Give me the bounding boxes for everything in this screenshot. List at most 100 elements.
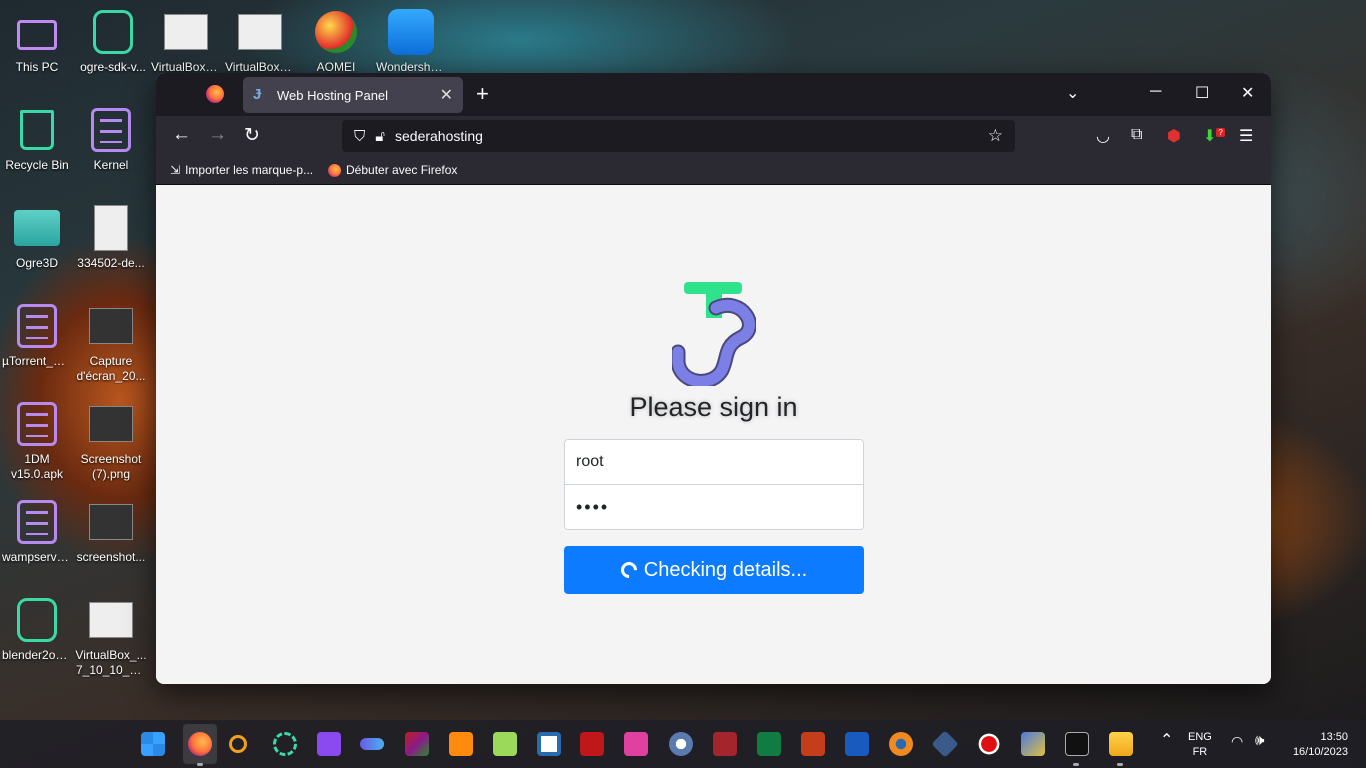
desktop-icon-this-pc[interactable]: This PC — [0, 8, 74, 75]
firefox-icon — [328, 163, 341, 177]
desktop-icon-ogre-sdk[interactable]: ogre-sdk-v... — [76, 8, 150, 75]
ublock-extension-icon[interactable]: ⬢ — [1167, 126, 1181, 146]
language-indicator[interactable]: ENG FR — [1188, 730, 1212, 760]
show-hidden-icons-chevron-icon[interactable]: ⌃ — [1160, 733, 1173, 749]
folder-icon — [13, 204, 61, 252]
sign-in-button-label: Checking details... — [643, 558, 808, 581]
screen-recorder-icon[interactable] — [977, 732, 1001, 756]
bookmark-import[interactable]: ⇲ Importer les marque-p... — [170, 163, 313, 177]
close-tab-icon[interactable]: ✕ — [440, 85, 453, 105]
desktop-icon-wampserver[interactable]: wampserve... — [0, 498, 74, 565]
shield-icon[interactable]: ⛉ — [354, 128, 365, 145]
desktop-icon-screenshot[interactable]: screenshot... — [74, 498, 148, 565]
desktop-icon-ogre3d[interactable]: Ogre3D — [0, 204, 74, 271]
terminal-running-indicator — [1073, 763, 1079, 766]
back-button[interactable]: ← — [172, 124, 191, 146]
desktop-icon-recycle-bin[interactable]: Recycle Bin — [0, 106, 74, 173]
password-field[interactable]: •••• — [564, 484, 864, 530]
page-content: Please sign in root •••• Checking detail… — [156, 185, 1271, 684]
site-favicon-icon: Ɉ — [253, 86, 262, 103]
start-windows-icon[interactable] — [141, 732, 165, 756]
firefox-view-icon[interactable] — [206, 85, 224, 103]
image-thumbnail-icon — [87, 302, 135, 350]
desktop-icon-blender2ogre[interactable]: blender2og... — [0, 596, 74, 663]
settings-gear-icon[interactable] — [273, 732, 297, 756]
import-icon: ⇲ — [170, 163, 181, 177]
document-icon — [13, 400, 61, 448]
virtualbox-icon[interactable] — [931, 730, 959, 758]
gear-app-icon[interactable] — [669, 732, 693, 756]
image-thumbnail-icon — [236, 8, 284, 56]
computer-icon — [13, 8, 61, 56]
firefox-taskbar-icon[interactable] — [188, 732, 212, 756]
reload-button[interactable]: ↻ — [244, 124, 260, 147]
wifi-icon[interactable]: ◠ — [1231, 734, 1243, 749]
winrar-icon[interactable] — [405, 732, 429, 756]
word-icon[interactable] — [845, 732, 869, 756]
desktop-icon-334502[interactable]: 334502-de... — [74, 204, 148, 271]
visual-studio-icon[interactable] — [317, 732, 341, 756]
desktop-icon-virtualbox-1[interactable]: VirtualBox_... — [149, 8, 223, 75]
file-explorer-icon[interactable] — [1109, 732, 1133, 756]
taskbar: ⌃ ENG FR ◠ 🕪︎ 13:50 16/10/2023 — [0, 720, 1366, 768]
bracket-app-icon[interactable] — [537, 732, 561, 756]
archive-icon — [13, 596, 61, 644]
sublime-text-icon[interactable] — [449, 732, 473, 756]
terminal-icon[interactable] — [1065, 732, 1089, 756]
desktop-icon-wondershare[interactable]: Wondershare — [374, 8, 448, 75]
tab-bar: Ɉ Web Hosting Panel ✕ + ⌄ ─ ☐ ✕ — [156, 73, 1271, 116]
maximize-button[interactable]: ☐ — [1195, 83, 1209, 103]
desktop-icon-virtualbox-3[interactable]: VirtualBox_... 7_10_10_20... — [74, 596, 148, 678]
url-bar[interactable]: ⛉ 🔓︎ sederahosting ☆ — [342, 120, 1015, 152]
browser-window: Ɉ Web Hosting Panel ✕ + ⌄ ─ ☐ ✕ ← → ↻ ⛉ … — [156, 73, 1271, 684]
tab-web-hosting-panel[interactable]: Ɉ Web Hosting Panel ✕ — [243, 77, 463, 113]
username-field[interactable]: root — [564, 439, 864, 485]
desktop-icon-1dm[interactable]: 1DM v15.0.apk — [0, 400, 74, 482]
recycle-bin-icon — [13, 106, 61, 154]
desktop-icon-kernel[interactable]: Kernel — [74, 106, 148, 173]
download-extension-icon[interactable]: ⬇? — [1203, 126, 1225, 146]
blender-icon[interactable] — [889, 732, 913, 756]
desktop-icon-virtualbox-2[interactable]: VirtualBox_... — [223, 8, 297, 75]
url-text[interactable]: sederahosting — [395, 128, 988, 144]
desktop-icon-screenshot-7[interactable]: Screenshot (7).png — [74, 400, 148, 482]
explorer-running-indicator — [1117, 763, 1123, 766]
new-tab-button[interactable]: + — [476, 81, 489, 107]
extensions-icon[interactable]: ⧉ — [1131, 126, 1142, 144]
search-icon[interactable] — [229, 735, 247, 753]
image-thumbnail-icon — [87, 596, 135, 644]
pdf-document-icon — [87, 204, 135, 252]
volume-icon[interactable]: 🕪︎ — [1255, 733, 1264, 748]
access-icon[interactable] — [713, 732, 737, 756]
notepad-plus-plus-icon[interactable] — [493, 732, 517, 756]
page-title: Please sign in — [629, 392, 798, 422]
sign-in-form: root •••• Checking details... — [564, 439, 864, 594]
desktop-icon-utorrent[interactable]: µTorrent_V3... — [0, 302, 74, 369]
menu-hamburger-icon[interactable]: ☰ — [1239, 126, 1253, 146]
tab-title: Web Hosting Panel — [277, 87, 389, 103]
forward-button[interactable]: → — [208, 124, 227, 146]
desktop-icon-capture[interactable]: Capture d'écran_20... — [74, 302, 148, 384]
infinity-app-icon[interactable] — [360, 738, 384, 750]
hosting-logo-icon — [672, 282, 756, 386]
close-window-button[interactable]: ✕ — [1241, 83, 1254, 103]
aomei-icon — [312, 8, 360, 56]
clock[interactable]: 13:50 16/10/2023 — [1286, 730, 1348, 760]
image-thumbnail-icon — [87, 400, 135, 448]
bookmark-star-icon[interactable]: ☆ — [988, 126, 1003, 146]
lock-icon[interactable]: 🔓︎ — [375, 128, 385, 145]
pocket-icon[interactable]: ◡ — [1096, 126, 1110, 146]
navigation-bar: ← → ↻ ⛉ 🔓︎ sederahosting ☆ ◡ ⧉ ⬢ ⬇? ☰ — [156, 116, 1271, 156]
bookmark-getting-started[interactable]: Débuter avec Firefox — [328, 163, 457, 177]
filezilla-icon[interactable] — [580, 732, 604, 756]
powerpoint-icon[interactable] — [801, 732, 825, 756]
list-all-tabs-icon[interactable]: ⌄ — [1066, 83, 1079, 103]
excel-icon[interactable] — [757, 732, 781, 756]
minimize-button[interactable]: ─ — [1150, 83, 1161, 101]
desktop-icon-aomei[interactable]: AOMEI — [299, 8, 373, 75]
sign-in-button[interactable]: Checking details... — [564, 546, 864, 594]
wampserver-icon[interactable] — [624, 732, 648, 756]
archive-icon — [89, 8, 137, 56]
network-computer-icon[interactable] — [1021, 732, 1045, 756]
bookmarks-toolbar: ⇲ Importer les marque-p... Débuter avec … — [156, 156, 1271, 185]
